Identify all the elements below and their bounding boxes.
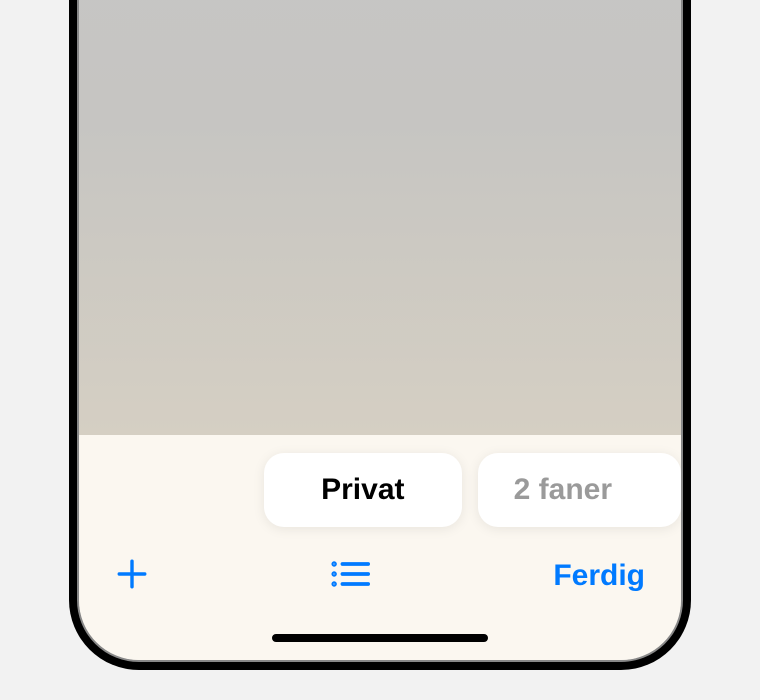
- screenshot-container: Privat 2 faner: [0, 0, 760, 700]
- list-icon: [331, 558, 371, 595]
- phone-frame: Privat 2 faner: [69, 0, 691, 670]
- bottom-bar: Privat 2 faner: [79, 435, 681, 660]
- done-button[interactable]: Ferdig: [553, 559, 645, 593]
- toolbar: Ferdig: [79, 548, 681, 604]
- tab-group-count[interactable]: 2 faner: [478, 453, 681, 527]
- tab-group-private[interactable]: Privat: [264, 453, 462, 527]
- tab-groups-menu-button[interactable]: [331, 558, 371, 595]
- new-tab-button[interactable]: [115, 557, 149, 596]
- phone-screen: Privat 2 faner: [77, 0, 683, 662]
- plus-icon: [115, 557, 149, 596]
- tab-group-selector[interactable]: Privat 2 faner: [79, 453, 681, 527]
- tab-overview-area[interactable]: [79, 0, 681, 435]
- home-indicator[interactable]: [272, 634, 488, 642]
